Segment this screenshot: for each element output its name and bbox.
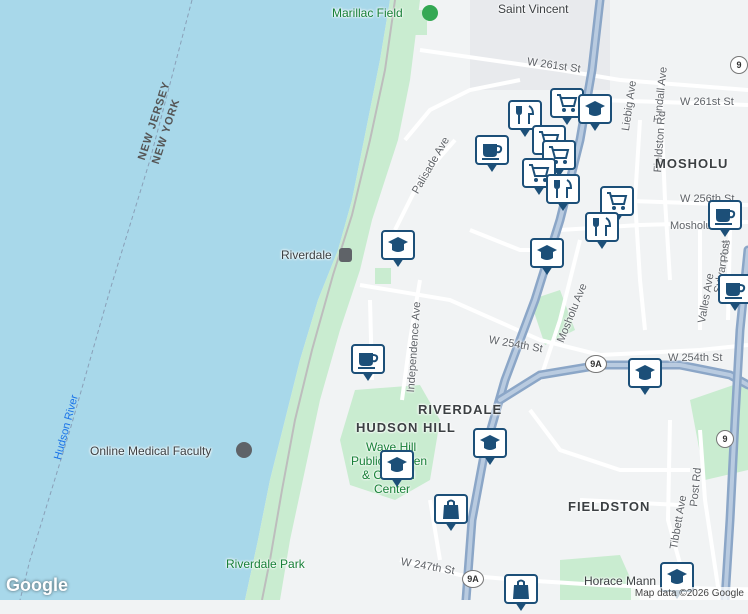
place-label-saint-vincent[interactable]: Saint Vincent — [498, 2, 569, 16]
cafe-marker[interactable] — [708, 200, 742, 240]
coffee-cup-icon — [708, 200, 742, 230]
neighborhood-label-mosholu: MOSHOLU — [655, 156, 729, 171]
map-canvas[interactable]: Marillac Field Saint Vincent W 261st St … — [0, 0, 748, 611]
route-shield-9a-a: 9A — [585, 355, 607, 373]
neighborhood-label-riverdale: RIVERDALE — [418, 402, 503, 417]
school-marker[interactable] — [380, 450, 414, 490]
park-label-riverdale-park[interactable]: Riverdale Park — [226, 557, 305, 571]
place-label-marillac-field[interactable]: Marillac Field — [332, 6, 403, 20]
route-shield-9-a: 9 — [730, 56, 748, 74]
restaurant-icon — [546, 174, 580, 204]
park-pin-icon[interactable] — [422, 5, 438, 21]
graduation-cap-icon — [473, 428, 507, 458]
place-label-online-medical[interactable]: Online Medical Faculty — [90, 444, 211, 458]
restaurant-marker[interactable] — [546, 174, 580, 214]
neighborhood-label-fieldston: FIELDSTON — [568, 499, 651, 514]
graduation-cap-icon — [380, 450, 414, 480]
street-label-w254-b: W 254th St — [668, 352, 723, 364]
shopping-marker[interactable] — [504, 574, 538, 614]
graduation-cap-icon — [530, 238, 564, 268]
school-marker[interactable] — [530, 238, 564, 278]
school-marker[interactable] — [578, 94, 612, 134]
school-marker[interactable] — [381, 230, 415, 270]
cafe-marker[interactable] — [475, 135, 509, 175]
street-label-post-a: Post — [719, 239, 732, 263]
cafe-marker[interactable] — [351, 344, 385, 384]
shopping-marker[interactable] — [434, 494, 468, 534]
train-station-icon[interactable] — [339, 248, 352, 262]
street-label-mosholu-short: Mosholu — [670, 220, 712, 232]
school-pin-icon[interactable] — [236, 442, 252, 458]
route-shield-9a-b: 9A — [462, 570, 484, 588]
neighborhood-label-hudson-hill: HUDSON HILL — [356, 420, 456, 435]
school-marker[interactable] — [473, 428, 507, 468]
restaurant-icon — [585, 212, 619, 242]
google-logo: Google — [6, 575, 68, 595]
coffee-cup-icon — [351, 344, 385, 374]
route-shield-9-b: 9 — [716, 430, 734, 448]
street-label-w261-b: W 261st St — [680, 96, 734, 108]
graduation-cap-icon — [628, 358, 662, 388]
restaurant-marker[interactable] — [585, 212, 619, 252]
cafe-marker[interactable] — [718, 274, 748, 314]
coffee-cup-icon — [718, 274, 748, 304]
graduation-cap-icon — [381, 230, 415, 260]
station-label-riverdale[interactable]: Riverdale — [281, 248, 332, 262]
coffee-cup-icon — [475, 135, 509, 165]
school-marker[interactable] — [628, 358, 662, 398]
graduation-cap-icon — [578, 94, 612, 124]
map-attribution[interactable]: Map data ©2026 Google — [630, 587, 748, 600]
shopping-bag-icon — [434, 494, 468, 524]
